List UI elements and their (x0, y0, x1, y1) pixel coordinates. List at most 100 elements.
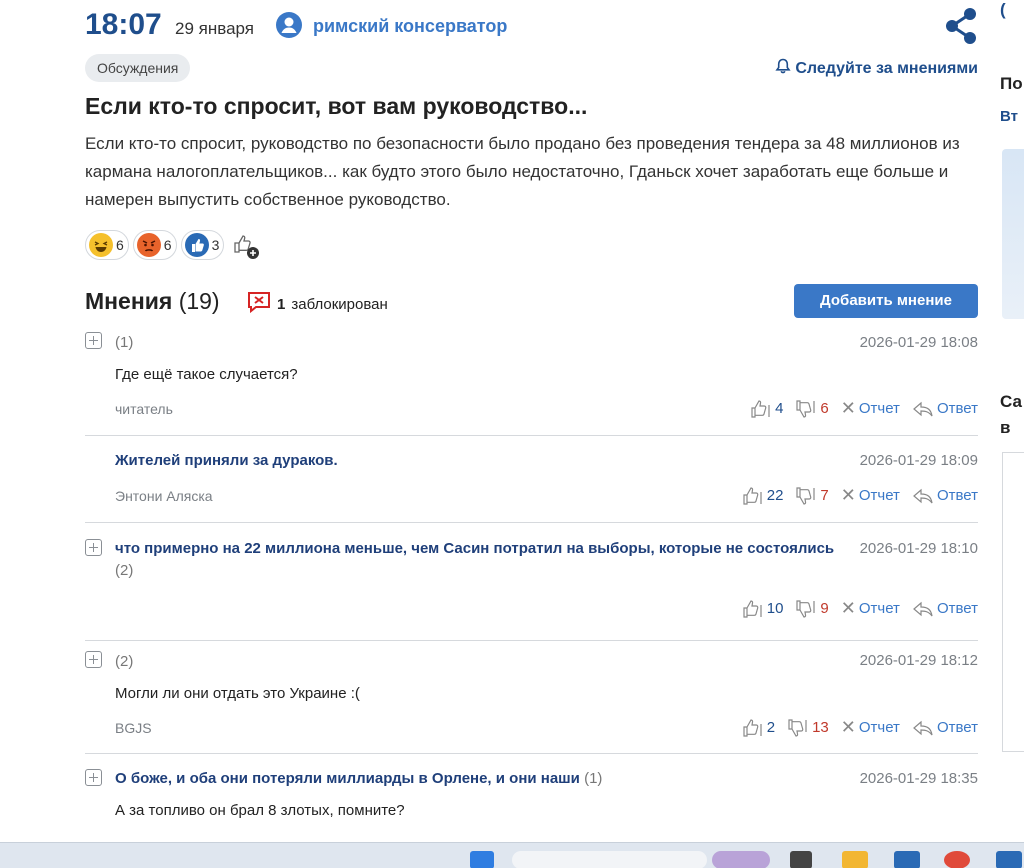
expand-icon[interactable] (85, 769, 102, 786)
user-icon (276, 12, 302, 38)
reply-icon (913, 601, 933, 616)
blocked-indicator: 1 заблокирован (247, 290, 388, 318)
expand-icon[interactable] (85, 539, 102, 556)
reply-icon (913, 401, 933, 416)
report-button[interactable]: ✕ Отчет (841, 717, 900, 738)
weather-widget[interactable] (1002, 149, 1024, 319)
report-label: Отчет (858, 719, 900, 736)
comment-actions: 22 7 ✕ Отчет Ответ (730, 485, 978, 506)
comment-item: О боже, и оба они потеряли миллиарды в О… (85, 754, 978, 844)
expand-icon[interactable] (85, 651, 102, 668)
thumb-down-icon (788, 718, 807, 737)
comment-title[interactable]: что примерно на 22 миллиона меньше, чем … (115, 538, 835, 582)
upvote-count: 10 (766, 600, 784, 617)
sidebar-link[interactable]: Вт (1000, 108, 1018, 125)
follow-opinions-link[interactable]: Следуйте за мнениями (775, 58, 978, 79)
blocked-count: 1 (277, 295, 286, 313)
post-time: 18:07 (85, 8, 162, 41)
upvote-count: 4 (775, 400, 784, 417)
article-lead: Если кто-то спросит, руководство по безо… (85, 134, 960, 209)
report-label: Отчет (858, 487, 900, 504)
downvote-button[interactable]: 9 (795, 599, 829, 619)
reply-count: (2) (115, 653, 134, 670)
comment-title[interactable]: О боже, и оба они потеряли миллиарды в О… (115, 768, 602, 790)
report-button[interactable]: ✕ Отчет (841, 598, 900, 619)
comment-date: 2026-01-29 18:35 (859, 770, 978, 787)
task-view-icon[interactable] (790, 851, 812, 868)
chrome-icon[interactable] (944, 851, 970, 868)
downvote-button[interactable]: 13 (787, 718, 829, 738)
close-icon: ✕ (840, 598, 856, 618)
close-icon: ✕ (840, 485, 856, 505)
comment-date: 2026-01-29 18:08 (859, 334, 978, 351)
reply-count: (1) (115, 334, 134, 351)
downvote-button[interactable]: 6 (795, 399, 829, 419)
report-label: Отчет (858, 400, 900, 417)
widget-icon[interactable] (712, 851, 770, 868)
comment-author[interactable]: читатель (115, 401, 173, 417)
reply-icon (913, 488, 933, 503)
blocked-icon (247, 290, 271, 318)
reply-button[interactable]: Ответ (912, 487, 978, 504)
comment-date: 2026-01-29 18:09 (859, 452, 978, 469)
reaction-like[interactable]: 3 (180, 230, 225, 260)
share-icon[interactable] (943, 6, 979, 46)
reply-button[interactable]: Ответ (912, 400, 978, 417)
reply-label: Ответ (936, 400, 978, 417)
upvote-button[interactable]: 2 (742, 718, 775, 738)
right-sidebar: ( По Вт Са в (1000, 0, 1024, 868)
expand-icon[interactable] (85, 332, 102, 349)
report-button[interactable]: ✕ Отчет (841, 485, 900, 506)
reply-label: Ответ (936, 600, 978, 617)
comment-author[interactable]: Энтони Аляска (115, 488, 213, 504)
reaction-laugh[interactable]: 6 (85, 230, 129, 260)
add-opinion-button[interactable]: Добавить мнение (794, 284, 978, 318)
thumb-up-icon (751, 399, 770, 418)
thumb-down-icon (796, 399, 816, 418)
reactions-bar: 6 6 3 (85, 230, 260, 260)
downvote-count: 6 (820, 400, 829, 417)
comment-actions: 10 9 ✕ Отчет Ответ (730, 598, 978, 619)
angry-face-icon (136, 233, 161, 257)
upvote-button[interactable]: 4 (750, 399, 783, 419)
upvote-count: 22 (766, 487, 784, 504)
downvote-count: 9 (820, 600, 829, 617)
downvote-button[interactable]: 7 (795, 486, 829, 506)
upvote-button[interactable]: 10 (742, 599, 784, 619)
comment-text: А за топливо он брал 8 злотых, помните? (115, 802, 405, 819)
opinions-title: Мнения (19) (85, 288, 220, 315)
reaction-count: 3 (211, 237, 220, 253)
search-icon[interactable] (512, 851, 707, 868)
comment-item: Жителей приняли за дураков. 2026-01-29 1… (85, 436, 978, 523)
windows-start-icon[interactable] (470, 851, 494, 868)
article-header: 18:07 29 января римский консерватор (85, 6, 978, 46)
category-tag[interactable]: Обсуждения (85, 54, 191, 82)
author-link[interactable]: римский консерватор (313, 16, 507, 37)
reaction-angry[interactable]: 6 (132, 230, 177, 260)
store-icon[interactable] (894, 851, 920, 868)
reply-label: Ответ (936, 487, 978, 504)
bell-icon (775, 58, 791, 79)
comment-actions: 2 13 ✕ Отчет Ответ (730, 717, 978, 738)
upvote-button[interactable]: 22 (742, 486, 784, 506)
blocked-label: заблокирован (291, 295, 388, 313)
sidebar-heading: в (1000, 418, 1011, 437)
app-icon[interactable] (996, 851, 1022, 868)
comment-author[interactable]: BGJS (115, 720, 152, 736)
add-reaction-icon[interactable] (232, 230, 260, 260)
report-button[interactable]: ✕ Отчет (841, 398, 900, 419)
comment-title[interactable]: Жителей приняли за дураков. (115, 450, 338, 472)
downvote-count: 7 (820, 487, 829, 504)
follow-label: Следуйте за мнениями (795, 59, 978, 77)
reaction-count: 6 (116, 237, 124, 253)
reply-button[interactable]: Ответ (912, 719, 978, 736)
os-taskbar (0, 842, 1024, 868)
reply-button[interactable]: Ответ (912, 600, 978, 617)
thumb-up-icon (743, 718, 762, 737)
comment-date: 2026-01-29 18:10 (859, 540, 978, 557)
comment-text: Могли ли они отдать это Украине :( (115, 685, 360, 702)
downvote-count: 13 (812, 719, 829, 736)
thumb-up-icon (743, 486, 762, 505)
folder-icon[interactable] (842, 851, 868, 868)
sidebar-fragment: ( (1000, 0, 1006, 19)
